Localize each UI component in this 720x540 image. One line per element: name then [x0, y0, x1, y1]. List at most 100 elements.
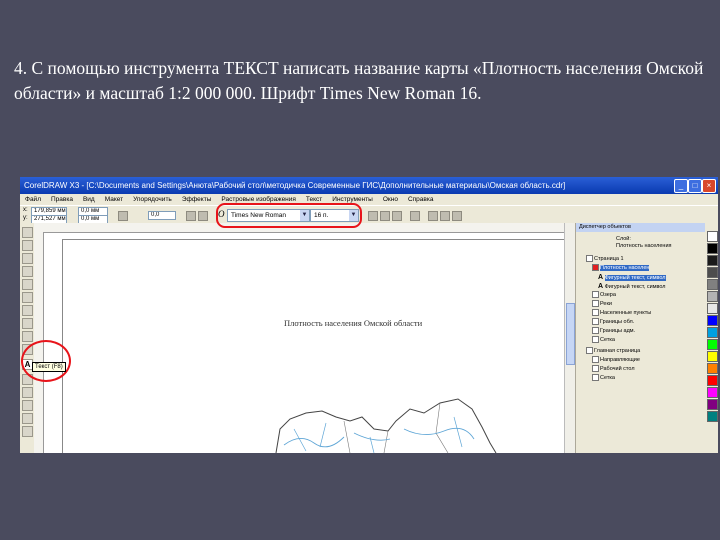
vertical-scrollbar[interactable] [564, 223, 575, 453]
dropcap-icon[interactable] [452, 211, 462, 221]
page-icon [586, 255, 593, 263]
text-object-icon: A [598, 274, 604, 281]
mirror-v-icon[interactable] [198, 211, 208, 221]
toolbox: A [20, 223, 35, 453]
maximize-icon[interactable]: □ [688, 179, 702, 193]
docker-title: Диспетчер объектов [576, 223, 709, 232]
polygon-tool-icon[interactable] [22, 331, 33, 342]
italic-icon[interactable] [380, 211, 390, 221]
layer-icon [592, 300, 599, 308]
palette-swatch[interactable] [707, 279, 718, 290]
layer-color-icon [592, 264, 599, 272]
page1-label[interactable]: Страница 1 [594, 256, 624, 262]
tooltip: Текст (F8) [32, 362, 66, 372]
title-bar: CorelDRAW X3 - [C:\Documents and Setting… [20, 177, 718, 194]
layer-item[interactable]: Фигурный текст, символ [605, 284, 666, 290]
palette-swatch[interactable] [707, 291, 718, 302]
menu-view[interactable]: Вид [78, 194, 100, 205]
palette-swatch[interactable] [707, 399, 718, 410]
layer-item[interactable]: Фигурный текст, символ [604, 275, 666, 281]
color-palette [705, 223, 718, 453]
rectangle-tool-icon[interactable] [22, 305, 33, 316]
menu-edit[interactable]: Правка [46, 194, 78, 205]
layer-item[interactable]: Озера [600, 292, 616, 298]
ellipse-tool-icon[interactable] [22, 318, 33, 329]
palette-swatch[interactable] [707, 231, 718, 242]
bullet-icon[interactable] [428, 211, 438, 221]
menu-bar: Файл Правка Вид Макет Упорядочить Эффекты Раст… [20, 194, 718, 205]
freehand-tool-icon[interactable] [22, 279, 33, 290]
layer-icon [592, 356, 599, 364]
layer-icon [592, 318, 599, 326]
layer-item[interactable]: Границы адм. [600, 328, 635, 334]
object-manager-docker: Диспетчер объектов Слой: Плотность насел… [575, 223, 709, 453]
layer-icon [592, 336, 599, 344]
palette-swatch[interactable] [707, 315, 718, 326]
menu-layout[interactable]: Макет [100, 194, 128, 205]
text-object-icon: A [598, 283, 604, 290]
layer-item[interactable]: Границы обл. [600, 319, 634, 325]
coreldraw-window: CorelDRAW X3 - [C:\Documents and Setting… [20, 177, 718, 453]
fill-tool-icon[interactable] [22, 413, 33, 424]
y-label: y: [23, 215, 28, 221]
interactive-fill-icon[interactable] [22, 426, 33, 437]
minimize-icon[interactable]: _ [674, 179, 688, 193]
property-bar: x: 179,859 мм y: 271,527 мм 0,0 мм 0,0 м… [20, 205, 718, 225]
layer-item[interactable]: Направляющие [600, 357, 640, 363]
menu-window[interactable]: Окно [378, 194, 403, 205]
zoom-tool-icon[interactable] [22, 266, 33, 277]
layer-item[interactable]: Сетка [600, 375, 615, 381]
palette-swatch[interactable] [707, 351, 718, 362]
menu-effects[interactable]: Эффекты [177, 194, 217, 205]
sheet-value: Плотность населения [616, 243, 672, 249]
layer-item[interactable]: Населенные пункты [600, 310, 651, 316]
layer-icon [592, 291, 599, 299]
underline-icon[interactable] [392, 211, 402, 221]
window-title: CorelDRAW X3 - [C:\Documents and Setting… [24, 181, 566, 190]
outline-tool-icon[interactable] [22, 400, 33, 411]
smart-fill-icon[interactable] [22, 292, 33, 303]
shape-tool-icon[interactable] [22, 240, 33, 251]
columns-icon[interactable] [440, 211, 450, 221]
instruction-text: 4. С помощью инструмента ТЕКСТ написать … [14, 58, 704, 103]
x-label: x: [23, 207, 28, 213]
menu-help[interactable]: Справка [403, 194, 439, 205]
palette-swatch[interactable] [707, 243, 718, 254]
align-icon[interactable] [410, 211, 420, 221]
map-drawing [275, 398, 497, 453]
layer-item[interactable]: Плотность населен [600, 265, 650, 271]
layer-item[interactable]: Сетка [600, 337, 615, 343]
palette-swatch[interactable] [707, 255, 718, 266]
palette-swatch[interactable] [707, 387, 718, 398]
crop-tool-icon[interactable] [22, 253, 33, 264]
palette-swatch[interactable] [707, 267, 718, 278]
palette-swatch[interactable] [707, 375, 718, 386]
eyedropper-icon[interactable] [22, 387, 33, 398]
layer-icon [592, 327, 599, 335]
master-page-label[interactable]: Главная страница [594, 348, 640, 354]
lock-ratio-icon[interactable] [118, 211, 128, 221]
menu-arrange[interactable]: Упорядочить [128, 194, 177, 205]
layer-icon [592, 365, 599, 373]
bold-icon[interactable] [368, 211, 378, 221]
palette-swatch[interactable] [707, 363, 718, 374]
layer-item[interactable]: Рабочий стол [600, 366, 635, 372]
font-highlight-ellipse [216, 203, 362, 228]
pick-tool-icon[interactable] [22, 227, 33, 238]
menu-file[interactable]: Файл [20, 194, 46, 205]
layer-item[interactable]: Реки [600, 301, 612, 307]
palette-swatch[interactable] [707, 411, 718, 422]
drawing-canvas[interactable]: Плотность населения Омской области [44, 233, 575, 453]
palette-swatch[interactable] [707, 339, 718, 350]
scroll-thumb[interactable] [566, 303, 575, 365]
mirror-h-icon[interactable] [186, 211, 196, 221]
text-tool-highlight-ellipse [21, 340, 71, 382]
close-icon[interactable]: × [702, 179, 716, 193]
layer-icon [592, 374, 599, 382]
layer-icon [592, 309, 599, 317]
map-title[interactable]: Плотность населения Омской области [284, 318, 422, 328]
palette-swatch[interactable] [707, 327, 718, 338]
palette-swatch[interactable] [707, 303, 718, 314]
page-icon [586, 347, 593, 355]
angle-field[interactable]: 0,0 [148, 211, 176, 220]
